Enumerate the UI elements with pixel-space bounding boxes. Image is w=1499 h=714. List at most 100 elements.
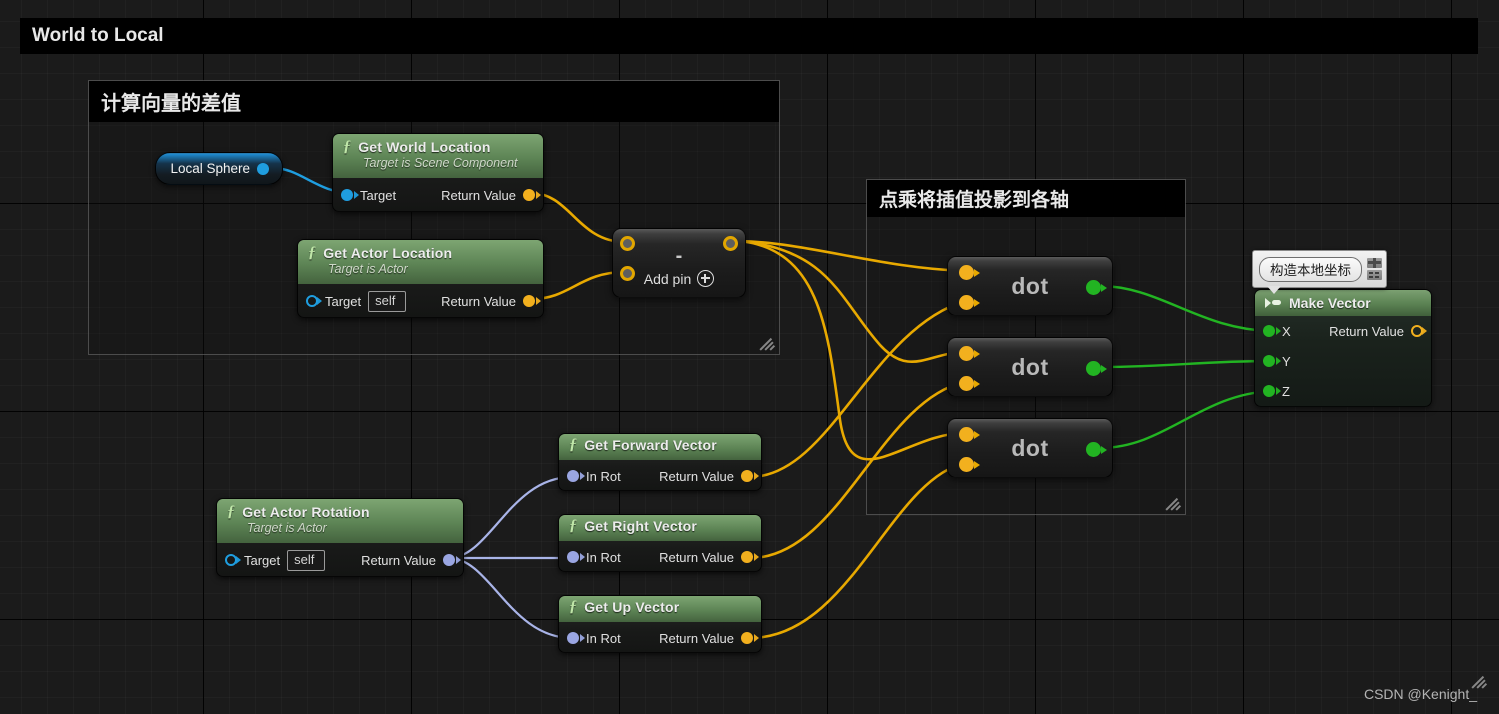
add-pin-button[interactable]: Add pin [613,270,745,287]
pinrow-x-return: X Return Value [1255,316,1431,346]
pin-return-output[interactable] [443,554,455,566]
node-dot-z[interactable]: dot [947,418,1113,478]
node-get-actor-rotation[interactable]: ƒ Get Actor Rotation Target is Actor Tar… [216,498,464,577]
pin-z-label: Z [1282,383,1290,399]
target-self-field[interactable]: self [368,290,407,312]
pin-return-label: Return Value [659,630,734,646]
function-icon: ƒ [343,138,352,155]
resize-grip-icon[interactable] [1165,494,1183,512]
pin-local-sphere-output[interactable] [257,162,269,175]
pin-inrot-label: In Rot [586,468,621,484]
local-sphere-label: Local Sphere [170,161,250,176]
node-get-right-vector[interactable]: ƒ Get Right Vector In Rot Return Value [558,514,762,572]
node-subtract[interactable]: - Add pin [612,228,746,298]
node-title: Make Vector [1289,294,1371,311]
pin-target-input[interactable] [341,189,353,201]
pin-return-output[interactable] [741,551,753,563]
node-title: Get Actor Location [323,245,453,261]
comment-title-vector-difference: 计算向量的差值 [89,81,779,122]
pin-return-label: Return Value [1329,323,1404,339]
node-subtitle: Target is Scene Component [363,156,518,170]
node-dot-y[interactable]: dot [947,337,1113,397]
bubble-icon-group [1367,258,1382,280]
bubble-tail [1267,286,1281,294]
pin-return-label: Return Value [361,552,436,568]
node-get-world-location[interactable]: ƒ Get World Location Target is Scene Com… [332,133,544,212]
pin-target-label: Target [244,552,281,568]
node-header-make-vector: Make Vector [1255,290,1431,316]
pin-z-input[interactable] [1263,385,1275,397]
node-make-vector[interactable]: Make Vector X Return Value Y Z [1254,289,1432,407]
pin-return-label: Return Value [659,549,734,565]
function-icon: ƒ [569,598,578,615]
pin-target-label: Target [360,187,397,203]
pin-inrot-input[interactable] [567,632,579,644]
pin-return-output[interactable] [741,470,753,482]
pinrow-target-return: Target self Return Value [298,284,543,318]
add-pin-label: Add pin [643,270,692,287]
make-struct-icon [1265,297,1281,309]
node-comment-text[interactable]: 构造本地坐标 [1259,256,1362,282]
node-subtitle: Target is Actor [328,262,408,276]
list-icon[interactable] [1367,270,1382,280]
node-header-get-right-vector: ƒ Get Right Vector [559,515,761,541]
canvas-resize-grip-icon[interactable] [1471,672,1489,690]
pinrow-z: Z [1255,376,1431,406]
resize-grip-icon[interactable] [759,334,777,352]
function-icon: ƒ [227,503,236,520]
comment-title-dot-projection: 点乘将插值投影到各轴 [867,180,1185,217]
dot-z-label: dot [1011,435,1049,461]
node-title: Get Up Vector [584,599,680,615]
function-icon: ƒ [569,436,578,453]
node-header-get-actor-rotation: ƒ Get Actor Rotation Target is Actor [217,499,463,543]
pin-return-output[interactable] [523,295,535,307]
target-self-field[interactable]: self [287,549,326,571]
pin-y-label: Y [1282,353,1291,369]
pinrow-inrot-return: In Rot Return Value [559,541,761,573]
pin-inrot-label: In Rot [586,549,621,565]
node-title: Get Forward Vector [584,437,717,453]
node-comment-bubble-make-vector[interactable]: 构造本地坐标 [1252,250,1387,294]
node-get-actor-location[interactable]: ƒ Get Actor Location Target is Actor Tar… [297,239,544,318]
function-icon: ƒ [308,244,317,261]
pin-target-input[interactable] [306,295,318,307]
pin-return-output[interactable] [741,632,753,644]
blueprint-graph-canvas[interactable]: World to Local 计算向量的差值 点乘将插值投影到各轴 Local … [0,0,1499,714]
node-get-forward-vector[interactable]: ƒ Get Forward Vector In Rot Return Value [558,433,762,491]
node-header-get-forward-vector: ƒ Get Forward Vector [559,434,761,460]
pin-return-label: Return Value [441,293,516,309]
comment-title-world-to-local: World to Local [20,18,1478,54]
node-local-sphere[interactable]: Local Sphere [155,152,283,185]
pin-inrot-label: In Rot [586,630,621,646]
pinrow-inrot-return: In Rot Return Value [559,622,761,654]
subtract-operator-label: - [675,245,683,267]
watermark-label: CSDN @Kenight_ [1363,686,1477,702]
node-header-get-world-location: ƒ Get World Location Target is Scene Com… [333,134,543,178]
pin-return-output[interactable] [1411,325,1423,337]
node-header-get-up-vector: ƒ Get Up Vector [559,596,761,622]
node-title: Get World Location [358,139,491,155]
node-title: Get Actor Rotation [242,504,370,520]
pin-y-input[interactable] [1263,355,1275,367]
node-header-get-actor-location: ƒ Get Actor Location Target is Actor [298,240,543,284]
pin-icon[interactable] [1367,258,1382,268]
pin-target-label: Target [325,293,362,309]
comment-world-to-local[interactable]: World to Local [20,18,1478,54]
function-icon: ƒ [569,517,578,534]
node-dot-x[interactable]: dot [947,256,1113,316]
pinrow-target-return: Target self Return Value [217,543,463,577]
plus-circle-icon[interactable] [697,270,715,287]
pin-inrot-input[interactable] [567,470,579,482]
node-get-up-vector[interactable]: ƒ Get Up Vector In Rot Return Value [558,595,762,653]
pin-x-label: X [1282,323,1291,339]
pin-return-output[interactable] [523,189,535,201]
pinrow-y: Y [1255,346,1431,376]
dot-x-label: dot [1011,273,1049,299]
pinrow-inrot-return: In Rot Return Value [559,460,761,492]
dot-y-label: dot [1011,354,1049,380]
node-subtitle: Target is Actor [247,521,327,535]
pin-inrot-input[interactable] [567,551,579,563]
node-title: Get Right Vector [584,518,698,534]
pin-x-input[interactable] [1263,325,1275,337]
pin-target-input[interactable] [225,554,237,566]
